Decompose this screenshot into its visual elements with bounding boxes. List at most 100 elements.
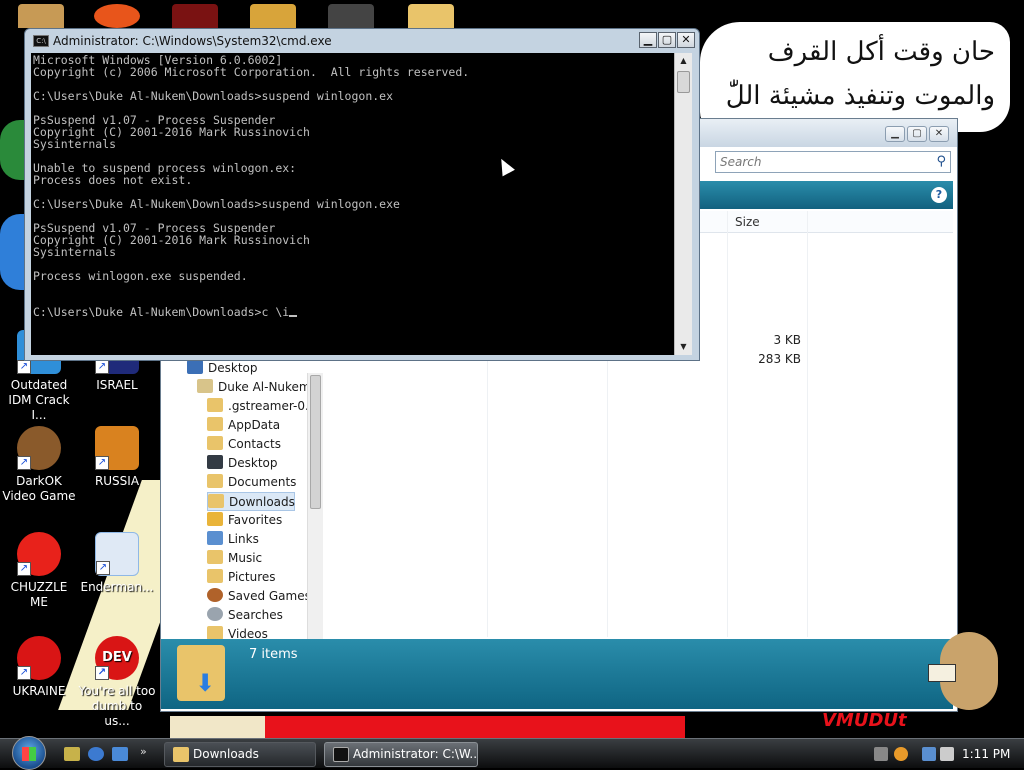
wallpaper-arabic-line-2: والموت وتنفيذ مشيئة اللّٰ xyxy=(725,81,995,111)
shortcut-arrow-icon: ↗ xyxy=(17,666,31,680)
nav-item-links[interactable]: Links xyxy=(207,530,259,549)
nav-item-documents[interactable]: Documents xyxy=(207,473,296,492)
nav-item-label: Desktop xyxy=(228,456,278,470)
desktop-icon-top-2[interactable] xyxy=(94,4,140,28)
nav-item-pictures[interactable]: Pictures xyxy=(207,568,276,587)
pictures-folder-icon xyxy=(207,569,223,583)
desktop-folder-icon xyxy=(207,455,223,469)
nav-item-favorites[interactable]: Favorites xyxy=(207,511,282,530)
scroll-down-arrow-icon[interactable]: ▼ xyxy=(675,339,692,355)
contacts-folder-icon xyxy=(207,436,223,450)
book-icon xyxy=(928,664,956,682)
music-folder-icon xyxy=(207,550,223,564)
console-line: Sysinternals xyxy=(33,137,117,151)
nav-item-label: Music xyxy=(228,551,263,565)
desktop-icon-top-1[interactable] xyxy=(18,4,64,28)
user-folder-icon xyxy=(197,379,213,393)
cmd-titlebar[interactable]: C:\ Administrator: C:\Windows\System32\c… xyxy=(25,29,699,53)
search-icon[interactable]: ⚲ xyxy=(936,154,946,169)
desktop-icon-label: UKRAINE xyxy=(12,684,66,698)
shortcut-arrow-icon: ↗ xyxy=(95,456,109,470)
nav-item-desktop[interactable]: Desktop xyxy=(207,454,278,473)
shortcut-arrow-icon: ↗ xyxy=(95,360,109,374)
desktop-icon-top-6[interactable] xyxy=(408,4,454,28)
quicklaunch-ie-icon[interactable] xyxy=(88,747,104,761)
close-button[interactable]: ✕ xyxy=(677,32,695,48)
folder-icon xyxy=(207,398,223,412)
nav-item-user[interactable]: Duke Al-Nukem xyxy=(197,378,311,397)
desktop-icon-hidden-1[interactable] xyxy=(0,120,24,180)
console-line: Copyright (c) 2006 Microsoft Corporation… xyxy=(33,65,470,79)
details-pane: ⬇ 7 items xyxy=(161,639,953,709)
scroll-up-arrow-icon[interactable]: ▲ xyxy=(675,53,692,69)
search-input[interactable]: Search ⚲ xyxy=(715,151,951,173)
desktop-icon-darkok[interactable]: ↗ DarkOK Video Game xyxy=(0,426,78,504)
close-button[interactable]: ✕ xyxy=(929,126,949,142)
navigation-scrollbar[interactable] xyxy=(307,373,323,639)
help-icon[interactable]: ? xyxy=(931,187,947,203)
cmd-scrollbar[interactable]: ▲ ▼ xyxy=(674,53,692,355)
nav-item-label: Pictures xyxy=(228,570,276,584)
wallpaper-arabic-text: حان وقت أكل القرف والموت وتنفيذ مشيئة ال… xyxy=(705,30,995,118)
text-cursor xyxy=(289,315,298,317)
desktop-icon-hidden-2[interactable] xyxy=(0,214,24,290)
navigation-scrollbar-thumb[interactable] xyxy=(310,375,321,509)
console-line: Process does not exist. xyxy=(33,173,193,187)
explorer-window-controls: ▁ ▢ ✕ xyxy=(885,126,949,142)
tray-search-icon[interactable] xyxy=(894,747,908,761)
star-icon xyxy=(207,512,223,526)
cmd-icon: C:\ xyxy=(33,35,49,47)
nav-item-gstreamer[interactable]: .gstreamer-0.10 xyxy=(207,397,309,416)
cmd-window-title: Administrator: C:\Windows\System32\cmd.e… xyxy=(53,34,332,48)
nav-item-music[interactable]: Music xyxy=(207,549,262,568)
nav-item-appdata[interactable]: AppData xyxy=(207,416,280,435)
taskbar-button-cmd[interactable]: Administrator: C:\W... xyxy=(324,742,478,767)
desktop-icon-chuzzle[interactable]: ↗ CHUZZLE ME xyxy=(0,532,78,610)
shortcut-arrow-icon: ↗ xyxy=(17,562,31,576)
nav-item-downloads[interactable]: Downloads xyxy=(207,492,295,511)
wallpaper-arabic-line-1: حان وقت أكل القرف xyxy=(767,37,995,67)
tray-icon-1[interactable] xyxy=(874,747,888,761)
nav-item-saved-games[interactable]: Saved Games xyxy=(207,587,311,606)
maximize-button[interactable]: ▢ xyxy=(907,126,927,142)
minimize-button[interactable]: ▁ xyxy=(885,126,905,142)
desktop-icon-top-5[interactable] xyxy=(328,4,374,28)
volume-icon[interactable] xyxy=(940,747,954,761)
desktop-icon-top-4[interactable] xyxy=(250,4,296,28)
desktop-icon-enderman[interactable]: ↗ Enderman... xyxy=(78,532,156,595)
column-header-size[interactable]: Size xyxy=(735,215,760,229)
desktop-icon xyxy=(187,360,203,374)
russia-icon: ↗ xyxy=(95,426,139,470)
column-separator xyxy=(807,211,808,637)
videos-folder-icon xyxy=(207,626,223,640)
quicklaunch-show-desktop-icon[interactable] xyxy=(112,747,128,761)
console-line: C:\Users\Duke Al-Nukem\Downloads>suspend… xyxy=(33,197,400,211)
taskbar-button-downloads[interactable]: Downloads xyxy=(164,742,316,767)
start-button[interactable] xyxy=(10,736,50,770)
minimize-button[interactable]: ▁ xyxy=(639,32,657,48)
column-separator xyxy=(727,211,728,637)
desktop-icon-top-3[interactable] xyxy=(172,4,218,28)
nav-item-contacts[interactable]: Contacts xyxy=(207,435,281,454)
nav-item-label: Links xyxy=(228,532,259,546)
taskbar-clock[interactable]: 1:11 PM xyxy=(962,747,1010,761)
folder-icon xyxy=(173,747,189,762)
desktop-icon-dev-cpp[interactable]: DEV ↗ You're all too dumb to us... xyxy=(78,636,156,729)
nav-item-desktop-root[interactable]: Desktop xyxy=(187,359,258,378)
quicklaunch-icon-1[interactable] xyxy=(64,747,80,761)
money-bag-icon: ↗ xyxy=(17,426,61,470)
desktop-icon-russia[interactable]: ↗ RUSSIA xyxy=(78,426,156,489)
desktop-icon-label: Outdated IDM Crack I... xyxy=(8,378,70,422)
download-arrow-icon: ⬇ xyxy=(195,669,216,697)
quicklaunch-expand-chevron-icon[interactable]: » xyxy=(140,745,150,759)
magnifier-icon xyxy=(207,607,223,621)
hamster-reading-image xyxy=(928,618,1004,714)
cmd-console-output[interactable]: Microsoft Windows [Version 6.0.6002] Cop… xyxy=(31,53,674,355)
nav-item-label: Saved Games xyxy=(228,589,311,603)
cmd-icon xyxy=(333,747,349,762)
network-icon[interactable] xyxy=(922,747,936,761)
cmd-scrollbar-thumb[interactable] xyxy=(677,71,690,93)
nav-item-searches[interactable]: Searches xyxy=(207,606,283,625)
maximize-button[interactable]: ▢ xyxy=(658,32,676,48)
desktop-icon-ukraine[interactable]: ↗ UKRAINE xyxy=(0,636,78,699)
